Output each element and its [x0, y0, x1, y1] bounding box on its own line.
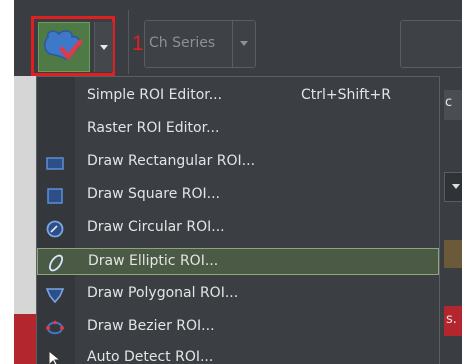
menu-item-label: Raster ROI Editor... [87, 120, 220, 136]
square-icon [45, 186, 65, 206]
menu-item-shortcut: Ctrl+Shift+R [301, 87, 391, 103]
menu-item-label: Draw Rectangular ROI... [87, 153, 256, 169]
roi-tool-dropdown-arrow[interactable] [94, 22, 113, 72]
menu-item-raster-roi-editor[interactable]: Raster ROI Editor... [37, 116, 439, 143]
menu-item-auto-detect-roi[interactable]: Auto Detect ROI... [37, 345, 439, 364]
ellipse-icon [46, 253, 66, 273]
menu-item-label: Draw Polygonal ROI... [87, 285, 239, 301]
polygon-icon [45, 285, 65, 305]
right-panel-dropdown[interactable] [444, 172, 462, 202]
menu-item-label: Auto Detect ROI... [87, 349, 214, 364]
menu-item-label: Draw Circular ROI... [87, 219, 225, 235]
menu-item-label: Simple ROI Editor... [87, 87, 223, 103]
cursor-icon [45, 349, 65, 364]
chevron-down-icon [452, 184, 460, 189]
menu-item-draw-polygonal-roi[interactable]: Draw Polygonal ROI... [37, 281, 439, 308]
rectangle-icon [45, 153, 65, 173]
roi-shape-icon [44, 30, 83, 60]
ch-series-dropdown[interactable]: Ch Series [144, 20, 256, 68]
left-red-marker [14, 314, 36, 364]
menu-item-draw-elliptic-roi[interactable]: Draw Elliptic ROI... [37, 248, 439, 275]
menu-item-draw-circular-roi[interactable]: Draw Circular ROI... [37, 215, 439, 242]
chevron-down-icon [100, 45, 108, 50]
roi-dropdown-menu: Simple ROI Editor... Ctrl+Shift+R Raster… [36, 76, 440, 364]
bezier-icon [45, 318, 65, 338]
right-panel-letter: c [445, 95, 453, 110]
toolbar-field[interactable] [400, 20, 462, 68]
menu-item-label: Draw Square ROI... [87, 186, 220, 202]
roi-tool-icon[interactable] [38, 22, 90, 72]
right-panel-red-chip: s. [444, 306, 462, 336]
menu-item-simple-roi-editor[interactable]: Simple ROI Editor... Ctrl+Shift+R [37, 83, 439, 110]
toolbar-separator [128, 10, 129, 74]
right-panel-text: s. [446, 312, 457, 327]
menu-item-draw-square-roi[interactable]: Draw Square ROI... [37, 182, 439, 209]
callout-number: 1 [132, 32, 144, 55]
circle-icon [45, 219, 65, 239]
left-panel-strip [14, 76, 36, 364]
menu-item-label: Draw Elliptic ROI... [88, 253, 219, 269]
ch-series-dropdown-arrow[interactable] [232, 21, 255, 67]
ch-series-label: Ch Series [149, 35, 216, 51]
screenshot-frame: 1 Ch Series c s. Simple ROI Editor... Ct… [0, 0, 462, 364]
menu-item-draw-bezier-roi[interactable]: Draw Bezier ROI... [37, 314, 439, 341]
chevron-down-icon [240, 41, 248, 46]
right-panel-chip [444, 240, 462, 268]
menu-item-draw-rectangular-roi[interactable]: Draw Rectangular ROI... [37, 149, 439, 176]
menu-item-label: Draw Bezier ROI... [87, 318, 215, 334]
roi-tool-button[interactable] [31, 16, 115, 76]
